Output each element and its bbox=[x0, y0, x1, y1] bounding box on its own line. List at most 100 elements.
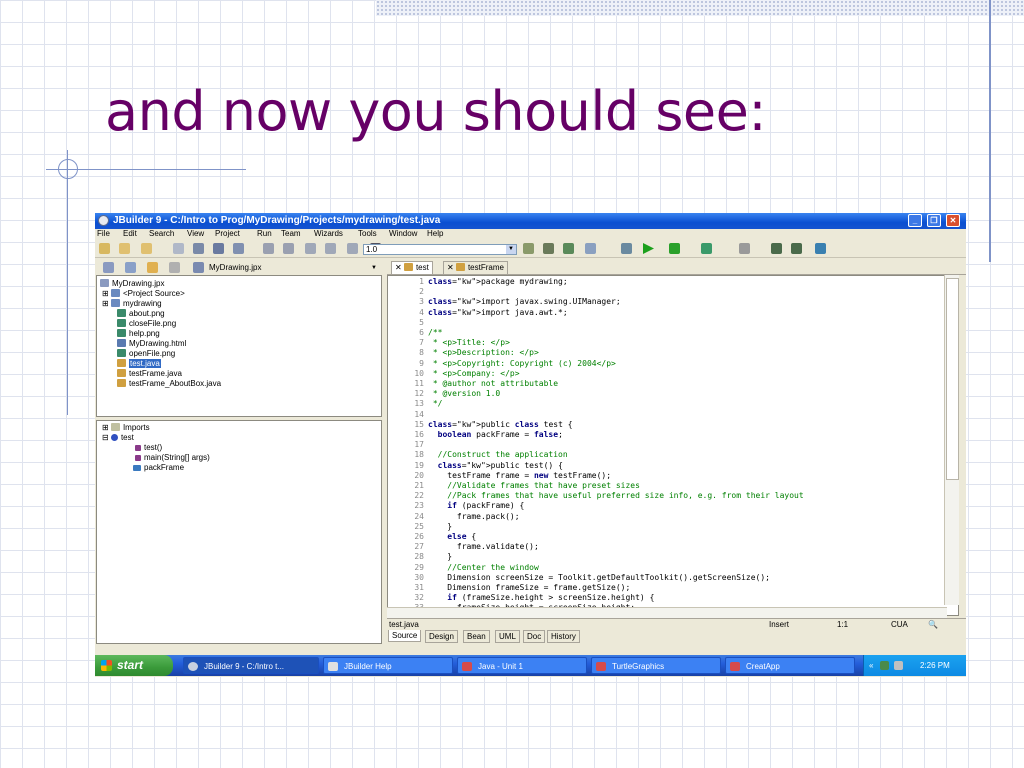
menu-edit[interactable]: Edit bbox=[123, 229, 137, 238]
code-line[interactable]: } bbox=[428, 552, 452, 562]
make-icon[interactable] bbox=[585, 243, 596, 254]
tab-testframe[interactable]: ✕ testFrame bbox=[443, 261, 508, 274]
window-titlebar[interactable]: JBuilder 9 - C:/Intro to Prog/MyDrawing/… bbox=[95, 213, 966, 229]
tab-doc[interactable]: Doc bbox=[523, 630, 546, 643]
structure-item-constructor[interactable]: test() bbox=[135, 443, 162, 453]
tab-test[interactable]: ✕ test bbox=[391, 261, 433, 274]
find-classes-icon[interactable] bbox=[563, 243, 574, 254]
code-line[interactable]: //Center the window bbox=[428, 563, 539, 573]
horizontal-scrollbar[interactable] bbox=[387, 607, 947, 618]
structure-item-main[interactable]: main(String[] args) bbox=[135, 453, 210, 463]
open-file-icon[interactable] bbox=[141, 243, 152, 254]
tree-item-testframe-java[interactable]: testFrame.java bbox=[117, 369, 182, 379]
code-line[interactable]: * <p>Copyright: Copyright (c) 2004</p> bbox=[428, 359, 616, 369]
code-line[interactable]: if (packFrame) { bbox=[428, 501, 524, 511]
menu-run[interactable]: Run bbox=[257, 229, 272, 238]
code-line[interactable]: if (frameSize.height > screenSize.height… bbox=[428, 593, 654, 603]
rebuild-icon[interactable] bbox=[621, 243, 632, 254]
close-button[interactable]: ✕ bbox=[946, 214, 960, 227]
network-icon[interactable] bbox=[880, 661, 889, 670]
taskbar-item-jbuilder-help[interactable]: JBuilder Help bbox=[323, 657, 453, 674]
minimize-button[interactable]: _ bbox=[908, 214, 922, 227]
undo-icon[interactable] bbox=[263, 243, 274, 254]
vertical-scrollbar[interactable] bbox=[944, 275, 959, 605]
menu-help[interactable]: Help bbox=[427, 229, 443, 238]
code-line[interactable]: frame.pack(); bbox=[428, 512, 520, 522]
back-icon[interactable] bbox=[771, 243, 782, 254]
taskbar-item-creatapp[interactable]: CreatApp bbox=[725, 657, 855, 674]
tree-item-testframe-aboutbox-java[interactable]: testFrame_AboutBox.java bbox=[117, 379, 221, 389]
code-line[interactable]: frame.validate(); bbox=[428, 542, 539, 552]
optimize-icon[interactable] bbox=[701, 243, 712, 254]
run-icon[interactable] bbox=[643, 243, 654, 254]
code-line[interactable]: * <p>Description: </p> bbox=[428, 348, 539, 358]
code-line[interactable]: boolean packFrame = false; bbox=[428, 430, 563, 440]
maximize-button[interactable]: ❐ bbox=[927, 214, 941, 227]
clock[interactable]: 2:26 PM bbox=[920, 655, 950, 676]
search-again-icon[interactable] bbox=[523, 243, 534, 254]
tray-expand-icon[interactable]: « bbox=[869, 655, 873, 676]
menu-view[interactable]: View bbox=[187, 229, 204, 238]
new-icon[interactable] bbox=[99, 243, 110, 254]
add-files-icon[interactable] bbox=[103, 262, 114, 273]
tree-item-openfile-png[interactable]: openFile.png bbox=[117, 349, 175, 359]
start-button[interactable]: start bbox=[95, 655, 173, 676]
close-icon[interactable]: ✕ bbox=[395, 263, 402, 272]
taskbar-item-turtlegraphics[interactable]: TurtleGraphics bbox=[591, 657, 721, 674]
code-line[interactable]: class="kw">import java.awt.*; bbox=[428, 308, 568, 318]
redo-icon[interactable] bbox=[283, 243, 294, 254]
code-line[interactable]: * @author not attributable bbox=[428, 379, 558, 389]
code-line[interactable]: class="kw">public test() { bbox=[428, 461, 563, 471]
cut-icon[interactable] bbox=[347, 243, 358, 254]
menu-wizards[interactable]: Wizards bbox=[314, 229, 343, 238]
save-icon[interactable] bbox=[193, 243, 204, 254]
status-keymap[interactable]: CUA bbox=[891, 620, 908, 630]
tab-uml[interactable]: UML bbox=[495, 630, 520, 643]
menu-team[interactable]: Team bbox=[281, 229, 301, 238]
code-line[interactable]: * @version 1.0 bbox=[428, 389, 500, 399]
tab-history[interactable]: History bbox=[547, 630, 580, 643]
code-editor[interactable]: 1 class="kw">package mydrawing; 2 3 class="k… bbox=[387, 275, 959, 616]
tree-item-closefile-png[interactable]: closeFile.png bbox=[117, 319, 176, 329]
tab-source[interactable]: Source bbox=[388, 630, 422, 642]
jdk-version-combo[interactable]: 1.0 ▼ bbox=[363, 244, 517, 255]
print-icon[interactable] bbox=[233, 243, 244, 254]
tree-item-mydrawing[interactable]: ⊞ mydrawing bbox=[102, 299, 162, 309]
menu-project[interactable]: Project bbox=[215, 229, 240, 238]
taskbar-item-jbuilder[interactable]: JBuilder 9 - C:/Intro t... bbox=[183, 657, 319, 674]
chevron-down-icon[interactable]: ▼ bbox=[371, 263, 377, 273]
code-line[interactable]: Dimension screenSize = Toolkit.getDefaul… bbox=[428, 573, 770, 583]
open-project-icon[interactable] bbox=[119, 243, 130, 254]
close-project-icon[interactable] bbox=[147, 262, 158, 273]
code-line[interactable]: //Pack frames that have useful preferred… bbox=[428, 491, 803, 501]
remove-icon[interactable] bbox=[125, 262, 136, 273]
chevron-down-icon[interactable]: ▼ bbox=[506, 245, 516, 254]
reopen-icon[interactable] bbox=[173, 243, 184, 254]
paste-icon[interactable] bbox=[325, 243, 336, 254]
code-line[interactable]: * <p>Company: </p> bbox=[428, 369, 520, 379]
tab-bean[interactable]: Bean bbox=[463, 630, 490, 643]
forward-icon[interactable] bbox=[791, 243, 802, 254]
code-line[interactable]: //Construct the application bbox=[428, 450, 568, 460]
volume-icon[interactable] bbox=[894, 661, 903, 670]
tree-item-help-png[interactable]: help.png bbox=[117, 329, 160, 339]
code-line[interactable]: /** bbox=[428, 328, 442, 338]
debug-icon[interactable] bbox=[669, 243, 680, 254]
menu-search[interactable]: Search bbox=[149, 229, 174, 238]
tab-design[interactable]: Design bbox=[425, 630, 458, 643]
save-all-icon[interactable] bbox=[213, 243, 224, 254]
code-line[interactable]: class="kw">package mydrawing; bbox=[428, 277, 568, 287]
taskbar-item-java-unit1[interactable]: Java - Unit 1 bbox=[457, 657, 587, 674]
code-line[interactable]: class="kw">import javax.swing.UIManager; bbox=[428, 297, 621, 307]
help-topics-icon[interactable] bbox=[815, 243, 826, 254]
code-line[interactable]: } bbox=[428, 522, 452, 532]
browse-symbol-icon[interactable] bbox=[543, 243, 554, 254]
code-line[interactable]: */ bbox=[428, 399, 443, 409]
add-bookmark-icon[interactable] bbox=[739, 243, 750, 254]
scrollbar-thumb[interactable] bbox=[946, 278, 959, 480]
menu-tools[interactable]: Tools bbox=[358, 229, 377, 238]
refresh-icon[interactable] bbox=[169, 262, 180, 273]
code-line[interactable]: class="kw">public class test { bbox=[428, 420, 573, 430]
code-line[interactable]: //Validate frames that have preset sizes bbox=[428, 481, 640, 491]
tree-item-project[interactable]: MyDrawing.jpx bbox=[100, 279, 164, 289]
